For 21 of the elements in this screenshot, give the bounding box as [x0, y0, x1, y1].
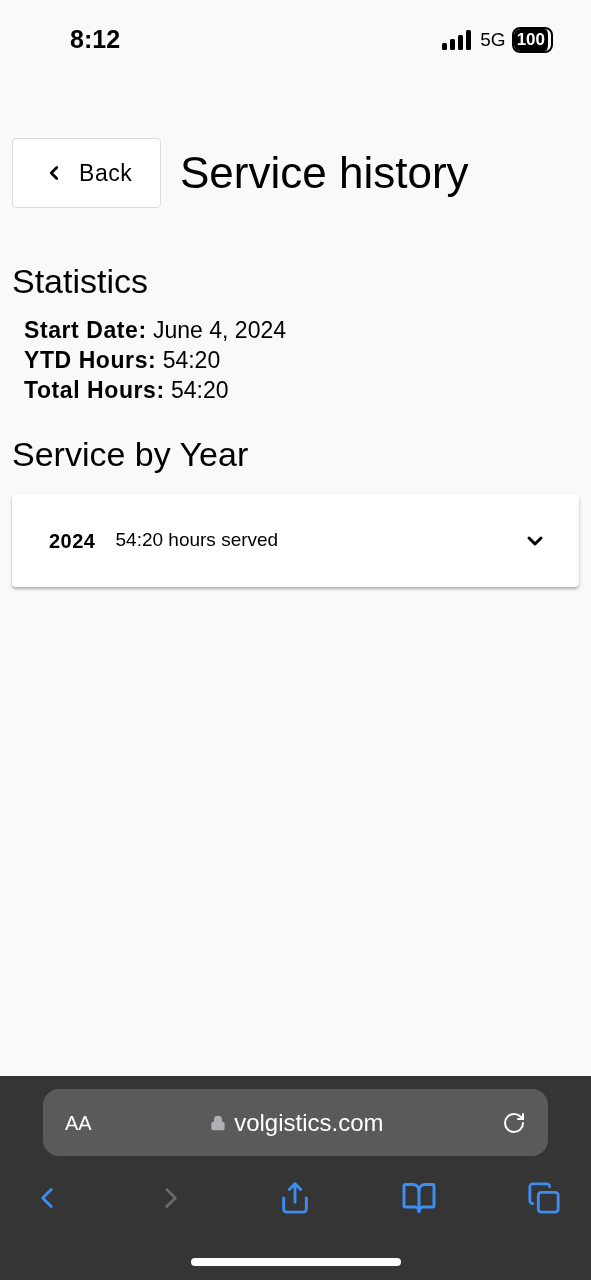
text-size-button[interactable]: AA [65, 1107, 92, 1138]
network-label: 5G [480, 27, 506, 52]
clock-time: 8:12 [70, 24, 121, 56]
book-icon[interactable] [401, 1180, 438, 1216]
signal-icon [442, 30, 473, 50]
section-heading: Statistics [12, 261, 150, 302]
battery-indicator: 100 [513, 29, 551, 51]
reload-icon[interactable] [502, 1110, 526, 1135]
hours-summary: 54:20 hours served [115, 528, 279, 553]
url-text: volgistics.com [234, 1107, 384, 1138]
lock-icon [210, 1114, 227, 1131]
address-bar[interactable]: AA volgistics.com [43, 1089, 548, 1156]
year-accordion[interactable]: 2024 54:20 hours served [12, 494, 579, 587]
page-title: Service history [180, 147, 469, 199]
year-label: 2024 [49, 528, 96, 554]
section-heading: Service by Year [12, 434, 250, 475]
stat-line: YTD Hours: 54:20 [24, 346, 222, 375]
back-button[interactable]: Back [12, 138, 161, 208]
stat-line: Start Date: June 4, 2024 [24, 316, 288, 345]
tabs-icon[interactable] [527, 1181, 561, 1215]
stat-line: Total Hours: 54:20 [24, 376, 230, 405]
